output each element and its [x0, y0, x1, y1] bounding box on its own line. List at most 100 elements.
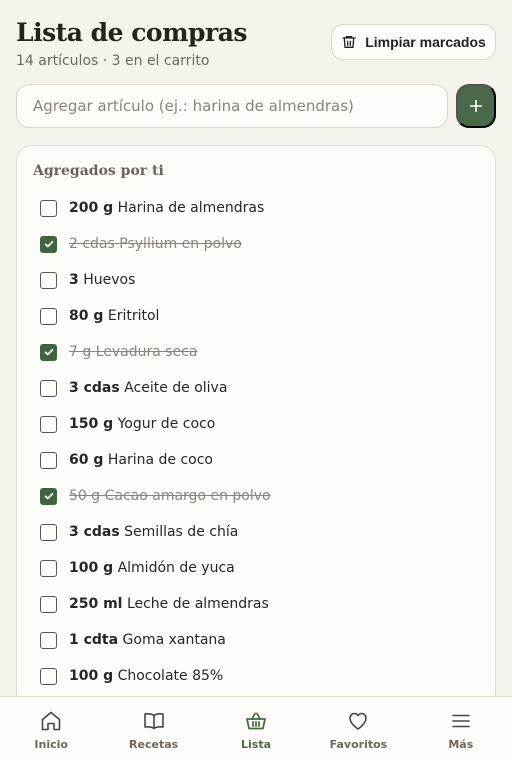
add-item-button[interactable] — [456, 84, 496, 128]
item-quantity: 50 g — [69, 488, 101, 504]
item-checkbox[interactable] — [40, 559, 57, 577]
item-checkbox[interactable] — [40, 523, 57, 541]
item-checkbox[interactable] — [40, 487, 57, 505]
item-quantity: 3 cdas — [69, 524, 120, 540]
item-quantity: 200 g — [69, 200, 114, 216]
heart-icon — [349, 712, 368, 730]
nav-item-favoritos[interactable]: Favoritos — [307, 697, 409, 760]
book-icon — [143, 713, 164, 730]
item-name: Aceite de oliva — [124, 380, 228, 396]
item-name: Goma xantana — [122, 632, 226, 648]
list-item[interactable]: 80 g Eritritol — [17, 298, 495, 334]
item-name: Harina de almendras — [117, 200, 265, 216]
nav-label: Lista — [241, 738, 272, 751]
check-icon — [44, 240, 53, 248]
item-name: Eritritol — [107, 308, 160, 324]
item-checkbox[interactable] — [40, 235, 57, 253]
item-checkbox[interactable] — [40, 343, 57, 361]
item-label: 3 cdas Semillas de chía — [69, 524, 238, 540]
nav-item-mas[interactable]: Más — [410, 697, 512, 760]
nav-item-inicio[interactable]: Inicio — [0, 697, 102, 760]
item-checkbox[interactable] — [40, 307, 57, 325]
item-checkbox[interactable] — [40, 379, 57, 397]
check-icon — [44, 348, 53, 356]
item-name: Cacao amargo en polvo — [104, 488, 271, 504]
item-label: 7 g Levadura seca — [69, 344, 197, 360]
item-quantity: 60 g — [69, 452, 104, 468]
plus-icon — [469, 99, 483, 113]
add-item-input[interactable] — [16, 84, 448, 128]
item-checkbox[interactable] — [40, 595, 57, 613]
item-label: 100 g Chocolate 85% — [69, 668, 223, 684]
item-name: Levadura seca — [95, 344, 198, 360]
list-item[interactable]: 150 g Yogur de coco — [17, 406, 495, 442]
item-quantity: 3 — [69, 272, 79, 288]
item-label: 250 ml Leche de almendras — [69, 596, 269, 612]
item-label: 1 cdta Goma xantana — [69, 632, 226, 648]
item-label: 3 Huevos — [69, 272, 135, 288]
item-checkbox[interactable] — [40, 199, 57, 217]
list-item[interactable]: 50 g Cacao amargo en polvo — [17, 478, 495, 514]
item-quantity: 7 g — [69, 344, 92, 360]
list-item[interactable]: 100 g Chocolate 85% — [17, 658, 495, 694]
item-label: 200 g Harina de almendras — [69, 200, 264, 216]
nav-item-recetas[interactable]: Recetas — [102, 697, 204, 760]
item-label: 80 g Eritritol — [69, 308, 159, 324]
section-title: Agregados por ti — [33, 163, 164, 179]
menu-icon — [452, 714, 470, 728]
list-item[interactable]: 2 cdas Psyllium en polvo — [17, 226, 495, 262]
item-name: Chocolate 85% — [117, 668, 224, 684]
check-icon — [44, 492, 53, 500]
nav-label: Recetas — [129, 738, 179, 751]
item-quantity: 100 g — [69, 560, 114, 576]
item-label: 3 cdas Aceite de oliva — [69, 380, 227, 396]
list-item[interactable]: 60 g Harina de coco — [17, 442, 495, 478]
item-quantity: 100 g — [69, 668, 114, 684]
list-item[interactable]: 7 g Levadura seca — [17, 334, 495, 370]
list-item[interactable]: 100 g Almidón de yuca — [17, 550, 495, 586]
trash-icon — [342, 36, 356, 48]
clear-checked-button[interactable]: Limpiar marcados — [331, 24, 496, 60]
list-item[interactable]: 3 cdas Aceite de oliva — [17, 370, 495, 406]
item-name: Psyllium en polvo — [119, 236, 242, 252]
nav-item-lista[interactable]: Lista — [205, 697, 307, 760]
page-header: Lista de compras 14 artículos · 3 en el … — [16, 18, 496, 69]
home-icon — [41, 711, 61, 731]
item-quantity: 1 cdta — [69, 632, 119, 648]
nav-label: Más — [448, 738, 474, 751]
list-item[interactable]: 250 ml Leche de almendras — [17, 586, 495, 622]
shopping-list-card: Agregados por ti 200 g Harina de almendr… — [16, 145, 496, 745]
clear-checked-label: Limpiar marcados — [365, 34, 486, 50]
add-item-row — [16, 84, 496, 128]
item-quantity: 150 g — [69, 416, 114, 432]
nav-label: Inicio — [34, 738, 68, 751]
nav-label: Favoritos — [329, 738, 388, 751]
list-item[interactable]: 1 cdta Goma xantana — [17, 622, 495, 658]
item-label: 60 g Harina de coco — [69, 452, 213, 468]
item-name: Huevos — [83, 272, 136, 288]
item-quantity: 80 g — [69, 308, 104, 324]
item-name: Yogur de coco — [117, 416, 216, 432]
item-label: 50 g Cacao amargo en polvo — [69, 488, 271, 504]
shopping-list: 200 g Harina de almendras 2 cdas Psylliu… — [17, 190, 495, 694]
item-quantity: 2 cdas — [69, 236, 115, 252]
item-quantity: 3 cdas — [69, 380, 120, 396]
item-quantity: 250 ml — [69, 596, 123, 612]
bottom-nav: Inicio Recetas Lista Favoritos Más — [0, 696, 512, 760]
item-name: Harina de coco — [107, 452, 213, 468]
item-checkbox[interactable] — [40, 667, 57, 685]
item-name: Almidón de yuca — [117, 560, 235, 576]
basket-icon — [246, 712, 266, 730]
item-label: 150 g Yogur de coco — [69, 416, 215, 432]
item-name: Leche de almendras — [126, 596, 269, 612]
item-checkbox[interactable] — [40, 271, 57, 289]
list-item[interactable]: 3 cdas Semillas de chía — [17, 514, 495, 550]
item-label: 100 g Almidón de yuca — [69, 560, 235, 576]
item-name: Semillas de chía — [124, 524, 239, 540]
item-label: 2 cdas Psyllium en polvo — [69, 236, 242, 252]
list-item[interactable]: 3 Huevos — [17, 262, 495, 298]
list-item[interactable]: 200 g Harina de almendras — [17, 190, 495, 226]
item-checkbox[interactable] — [40, 631, 57, 649]
item-checkbox[interactable] — [40, 451, 57, 469]
item-checkbox[interactable] — [40, 415, 57, 433]
